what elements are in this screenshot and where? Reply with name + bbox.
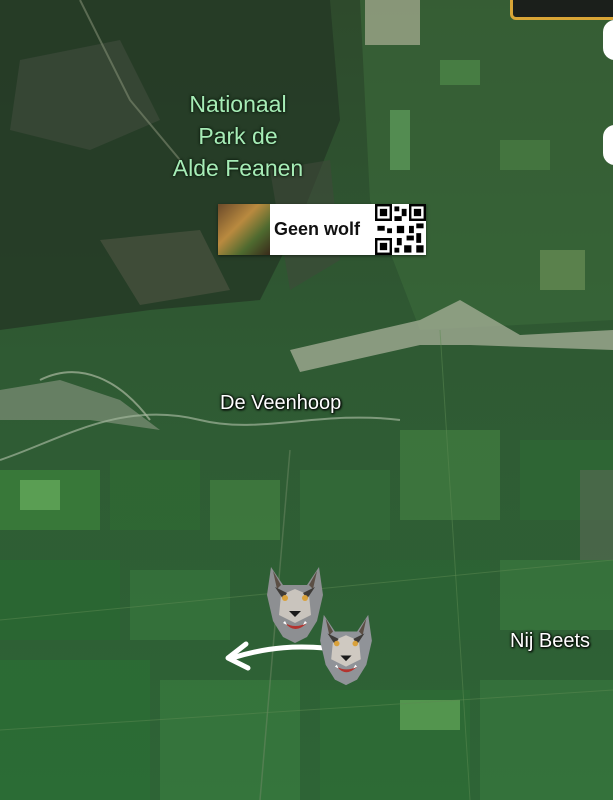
corner-frame: [510, 0, 613, 20]
map-control-button[interactable]: [603, 20, 613, 60]
marker-text: Geen wolf: [274, 219, 361, 239]
qr-code-icon: [375, 204, 426, 255]
map-control-button[interactable]: [603, 125, 613, 165]
park-label-line: Nationaal: [189, 91, 287, 117]
place-label-de-veenhoop: De Veenhoop: [220, 392, 342, 414]
map-marker-card[interactable]: Geen wolf: [218, 204, 426, 255]
park-label: Nationaal Park de Alde Feanen: [158, 88, 318, 184]
wolf-icon: [320, 614, 372, 686]
place-label-nij-beets: Nij Beets: [510, 630, 591, 652]
photo-thumbnail: [218, 204, 270, 255]
park-label-line: Alde Feanen: [172, 155, 304, 181]
satellite-map[interactable]: Nationaal Park de Alde Feanen Geen wolf …: [0, 0, 613, 800]
park-label-line: Park de: [198, 123, 278, 149]
